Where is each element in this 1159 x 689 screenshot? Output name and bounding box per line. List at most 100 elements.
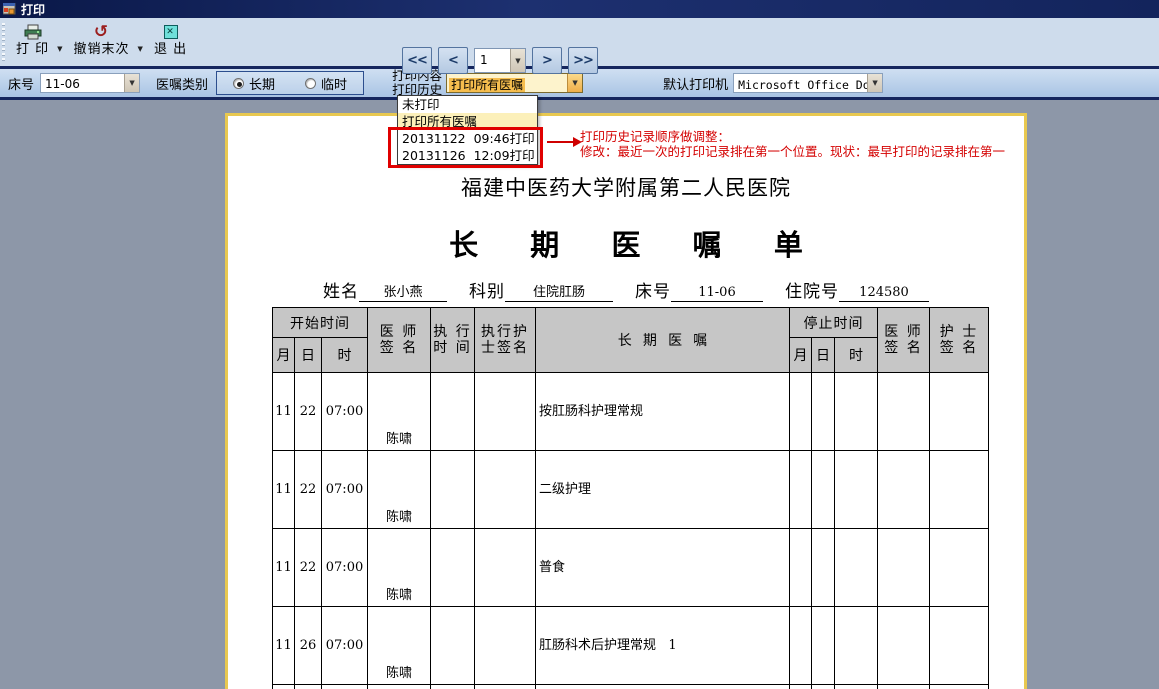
stop-hour-cell [834, 372, 879, 451]
start-day-cell: 22 [294, 450, 322, 529]
exit-button[interactable]: ✕ 退 出 [150, 21, 191, 59]
page-combo-arrow-icon[interactable]: ▼ [510, 49, 525, 72]
stop-month-cell [789, 528, 813, 607]
stop-doctor-sign-cell [877, 684, 931, 689]
start-hour-cell: 07:00 [320, 606, 369, 685]
patient-name-label: 姓名 [323, 282, 359, 302]
exec-nurse-cell [474, 528, 537, 607]
header-nurse-sign: 护 士 签 名 [929, 307, 990, 373]
page-number-combo[interactable]: 1 ▼ [474, 48, 526, 73]
order-table-row: 11 26 07:00 陈啸 肛肠科术后护理常规 1 [272, 606, 990, 685]
order-table-row: 11 22 07:00 陈啸 按肛肠科护理常规 [272, 372, 990, 451]
page-navigator: << < 1 ▼ > >> [402, 47, 598, 74]
exec-time-cell [430, 684, 476, 689]
exit-icon: ✕ [163, 25, 178, 39]
start-day-cell: 26 [294, 606, 322, 685]
stop-doctor-sign-cell [877, 372, 931, 451]
header-doctor-sign-2: 医 师 签 名 [877, 307, 931, 373]
exec-nurse-cell [474, 372, 537, 451]
printer-icon [24, 22, 42, 42]
annotation-line-1: 打印历史记录顺序做调整： [580, 129, 731, 144]
dropdown-item[interactable]: 20131122 09:46打印 [398, 130, 537, 147]
bed-combo-value: 11-06 [45, 77, 80, 91]
start-month-cell: 11 [272, 684, 295, 689]
start-hour-cell: 07:00 [320, 372, 369, 451]
start-month-cell: 11 [272, 372, 295, 451]
header-start-day: 日 [294, 337, 322, 373]
toolbar-grip[interactable] [2, 23, 5, 61]
default-printer-combo[interactable]: Microsoft Office Doc ▼ [733, 73, 884, 93]
exit-button-label: 退 出 [153, 42, 188, 57]
patient-info-row: 姓名 张小燕 科别 住院肛肠 床号 11-06 住院号 124580 [228, 277, 1024, 302]
doctor-sign-cell: 陈啸 [367, 528, 432, 607]
print-history-combo-arrow-icon[interactable]: ▼ [567, 74, 583, 92]
order-table-row: 11 22 07:00 陈啸 二级护理 [272, 450, 990, 529]
radio-temporary[interactable]: 临时 [305, 74, 347, 93]
stop-doctor-sign-cell [877, 528, 931, 607]
stop-nurse-sign-cell [929, 606, 990, 685]
order-text-cell: 二级护理 [535, 450, 791, 529]
print-dropdown-arrow[interactable]: ▼ [57, 21, 65, 53]
start-month-cell: 11 [272, 450, 295, 529]
doctor-sign-cell: 陈啸 [367, 450, 432, 529]
patient-dept-label: 科别 [469, 282, 505, 302]
print-history-combo[interactable]: 打印所有医嘱 ▼ [446, 73, 584, 93]
print-button[interactable]: 打 印 [12, 21, 53, 59]
radio-temporary-label: 临时 [321, 77, 348, 93]
hospital-name: 福建中医药大学附属第二人民医院 [461, 176, 791, 200]
patient-bed-value: 11-06 [671, 285, 763, 302]
last-page-button[interactable]: >> [568, 47, 598, 74]
stop-nurse-sign-cell [929, 528, 990, 607]
undo-dropdown-arrow[interactable]: ▼ [138, 21, 146, 53]
undo-last-label: 撤销末次 [73, 42, 130, 57]
stop-doctor-sign-cell [877, 606, 931, 685]
printer-combo-arrow-icon[interactable]: ▼ [867, 74, 883, 92]
header-doctor-sign: 医 师 签 名 [367, 307, 432, 373]
header-exec-nurse-sign: 执行护 士签名 [474, 307, 537, 373]
doctor-sign-cell: 陈啸 [367, 372, 432, 451]
bed-label: 床号 [8, 77, 35, 93]
print-history-dropdown: 未打印 打印所有医嘱 20131122 09:46打印 20131126 12:… [397, 95, 538, 165]
toolbar: 打 印 ▼ ↺ 撤销末次 ▼ ✕ 退 出 << < 1 ▼ > >> [0, 18, 1159, 74]
title-bar: 打印 [0, 0, 1159, 18]
order-text-cell: 按肛肠科护理常规 [535, 372, 791, 451]
exec-time-cell [430, 528, 476, 607]
radio-long-term[interactable]: 长期 [233, 74, 275, 93]
start-hour-cell: 07:00 [320, 684, 369, 689]
exec-nurse-cell [474, 450, 537, 529]
start-day-cell: 22 [294, 372, 322, 451]
annotation-arrow-icon [547, 137, 582, 147]
first-page-button[interactable]: << [402, 47, 432, 74]
window-title: 打印 [21, 2, 46, 17]
stop-day-cell [811, 528, 836, 607]
dropdown-item[interactable]: 未打印 [398, 96, 537, 113]
print-window: 打印 打 印 ▼ ↺ 撤销末次 ▼ ✕ 退 出 << < 1 ▼ > >> 床号… [0, 0, 1159, 689]
stop-month-cell [789, 372, 813, 451]
header-stop-day: 日 [811, 337, 836, 373]
page-number-value: 1 [480, 53, 488, 67]
annotation-text: 打印历史记录顺序做调整： 修改：最近一次的打印记录排在第一个位置。现状：最早打印… [580, 129, 1005, 159]
header-stop-time: 停止时间 [789, 307, 879, 338]
undo-last-button[interactable]: ↺ 撤销末次 [70, 21, 134, 59]
order-type-label: 医嘱类别 [156, 77, 209, 93]
dropdown-item[interactable]: 20131126 12:09打印 [398, 147, 537, 164]
radio-long-term-label: 长期 [249, 77, 276, 93]
radio-long-term-icon [233, 77, 245, 89]
stop-day-cell [811, 372, 836, 451]
order-table-row: 11 22 07:00 陈啸 普食 [272, 528, 990, 607]
exec-time-cell [430, 450, 476, 529]
dropdown-item[interactable]: 打印所有医嘱 [398, 113, 537, 130]
print-button-label: 打 印 [16, 42, 50, 57]
header-long-term-order: 长期医嘱 [535, 307, 791, 373]
bed-combo[interactable]: 11-06 ▼ [40, 73, 141, 93]
undo-icon: ↺ [93, 22, 110, 42]
stop-hour-cell [834, 606, 879, 685]
order-table-row: 11 26 07:00 陈啸 一级护理 1 [272, 684, 990, 689]
header-stop-month: 月 [789, 337, 813, 373]
bed-combo-arrow-icon[interactable]: ▼ [124, 74, 140, 92]
stop-nurse-sign-cell [929, 372, 990, 451]
stop-month-cell [789, 606, 813, 685]
next-page-button[interactable]: > [532, 47, 562, 74]
prev-page-button[interactable]: < [438, 47, 468, 74]
start-day-cell: 22 [294, 528, 322, 607]
